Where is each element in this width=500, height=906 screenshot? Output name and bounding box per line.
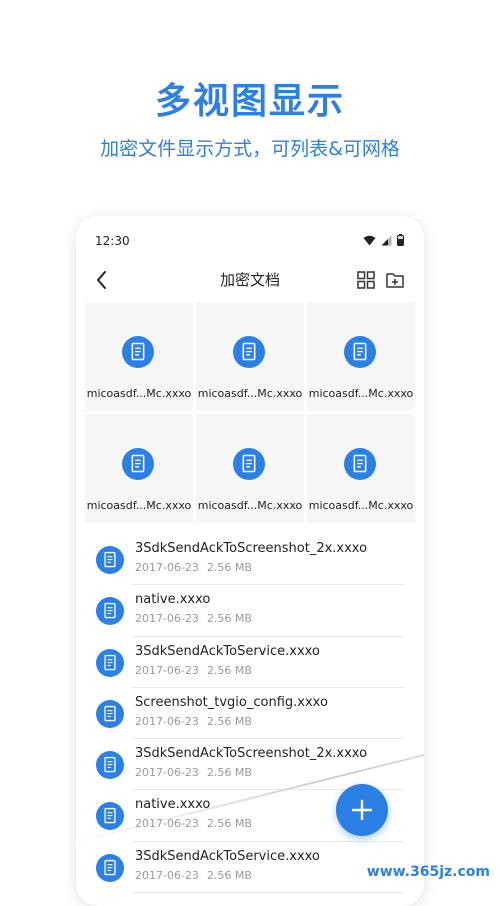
list-file-item[interactable]: Screenshot_tvgio_config.xxxo 2017-06-23 2.… <box>76 688 424 740</box>
add-folder-icon[interactable] <box>385 270 405 290</box>
document-icon <box>344 336 376 368</box>
app-bar: 加密文档 <box>76 262 424 302</box>
document-icon <box>96 546 124 574</box>
list-file-meta: 2017-06-23 2.56 MB <box>135 869 252 882</box>
wifi-icon <box>363 235 376 245</box>
list-file-name: 3SdkSendAckToScreenshot_2x.xxxo <box>135 746 368 762</box>
file-icon <box>344 448 376 484</box>
add-button[interactable] <box>336 784 388 836</box>
file-icon <box>96 853 124 886</box>
list-file-meta: 2017-06-23 2.56 MB <box>135 612 252 625</box>
file-grid: micoasdf...Mc.xxxo micoasdf...Mc.xxxo mico… <box>85 302 415 523</box>
list-file-meta: 2017-06-23 2.56 MB <box>135 766 252 779</box>
list-file-name: 3SdkSendAckToService.xxxo <box>135 848 320 864</box>
document-icon <box>96 802 124 831</box>
list-file-name: native.xxxo <box>135 592 211 608</box>
grid-file-name: micoasdf...Mc.xxxo <box>308 499 414 512</box>
file-icon <box>96 648 124 681</box>
row-divider <box>132 892 404 894</box>
list-file-name: 3SdkSendAckToScreenshot_2x.xxxo <box>135 541 368 556</box>
document-icon <box>122 448 154 480</box>
headline: 多视图显示 <box>154 81 345 122</box>
grid-file-item[interactable]: micoasdf...Mc.xxxo <box>85 302 193 411</box>
list-file-name: 3SdkSendAckToService.xxxo <box>135 643 320 659</box>
list-file-meta: 2017-06-23 2.56 MB <box>135 561 252 574</box>
signal-icon <box>381 235 392 245</box>
status-icons <box>363 234 404 246</box>
list-file-item[interactable]: native.xxxo 2017-06-23 2.56 MB <box>76 585 424 637</box>
file-size: 2.56 MB <box>206 663 252 677</box>
grid-view-icon[interactable] <box>356 270 376 290</box>
phone-screen: 12:30 加密文档 micoasdf...Mc.xxxo micoasdf..… <box>76 216 424 906</box>
grid-file-name: micoasdf...Mc.xxxo <box>86 499 192 512</box>
list-file-item[interactable]: 3SdkSendAckToService.xxxo 2017-06-23 2.56 … <box>76 637 424 688</box>
grid-file-name: micoasdf...Mc.xxxo <box>197 499 303 512</box>
file-date: 2017-06-23 <box>135 663 199 677</box>
document-icon <box>96 648 124 677</box>
plus-icon <box>351 799 373 821</box>
file-icon <box>96 699 124 732</box>
list-file-item[interactable]: 3SdkSendAckToScreenshot_2x.xxxo 2017-06-2… <box>76 739 424 791</box>
status-time: 12:30 <box>95 234 130 248</box>
file-size: 2.56 MB <box>206 766 252 780</box>
document-icon <box>96 751 124 780</box>
file-date: 2017-06-23 <box>135 612 199 626</box>
document-icon <box>233 448 265 480</box>
list-file-item[interactable]: 3SdkSendAckToScreenshot_2x.xxxo 2017-06-2… <box>76 534 424 586</box>
file-icon <box>233 336 265 372</box>
document-icon <box>96 597 124 626</box>
file-icon <box>122 336 154 372</box>
file-size: 2.56 MB <box>206 612 252 626</box>
grid-file-item[interactable]: micoasdf...Mc.xxxo <box>196 302 304 411</box>
file-icon <box>122 448 154 484</box>
file-size: 2.56 MB <box>206 868 252 882</box>
grid-file-name: micoasdf...Mc.xxxo <box>86 387 192 400</box>
grid-file-item[interactable]: micoasdf...Mc.xxxo <box>307 414 415 523</box>
file-list: 3SdkSendAckToScreenshot_2x.xxxo 2017-06-2… <box>76 534 424 894</box>
file-size: 2.56 MB <box>206 817 252 831</box>
grid-file-item[interactable]: micoasdf...Mc.xxxo <box>307 302 415 411</box>
document-icon <box>122 336 154 368</box>
document-icon <box>344 448 376 480</box>
watermark: www.365jz.com <box>366 864 490 880</box>
grid-file-name: micoasdf...Mc.xxxo <box>197 387 303 400</box>
file-icon <box>96 597 124 629</box>
file-size: 2.56 MB <box>206 714 252 728</box>
status-bar: 12:30 <box>76 216 424 262</box>
battery-icon <box>397 234 404 246</box>
subtitle: 加密文件显示方式，可列表&可网格 <box>100 138 400 160</box>
grid-file-item[interactable]: micoasdf...Mc.xxxo <box>85 414 193 523</box>
file-date: 2017-06-23 <box>135 766 199 780</box>
file-icon <box>344 336 376 372</box>
grid-file-name: micoasdf...Mc.xxxo <box>308 387 414 400</box>
list-file-meta: 2017-06-23 2.56 MB <box>135 715 252 728</box>
file-icon <box>96 751 124 783</box>
file-icon <box>233 448 265 484</box>
file-icon <box>96 546 124 578</box>
list-file-meta: 2017-06-23 2.56 MB <box>135 664 252 677</box>
list-file-meta: 2017-06-23 2.56 MB <box>135 817 252 830</box>
file-size: 2.56 MB <box>206 561 252 574</box>
list-file-name: Screenshot_tvgio_config.xxxo <box>135 694 328 710</box>
file-date: 2017-06-23 <box>135 714 199 728</box>
document-icon <box>233 336 265 368</box>
file-date: 2017-06-23 <box>135 561 199 574</box>
document-icon <box>96 853 124 882</box>
document-icon <box>96 699 124 728</box>
file-date: 2017-06-23 <box>135 868 199 882</box>
grid-file-item[interactable]: micoasdf...Mc.xxxo <box>196 414 304 523</box>
